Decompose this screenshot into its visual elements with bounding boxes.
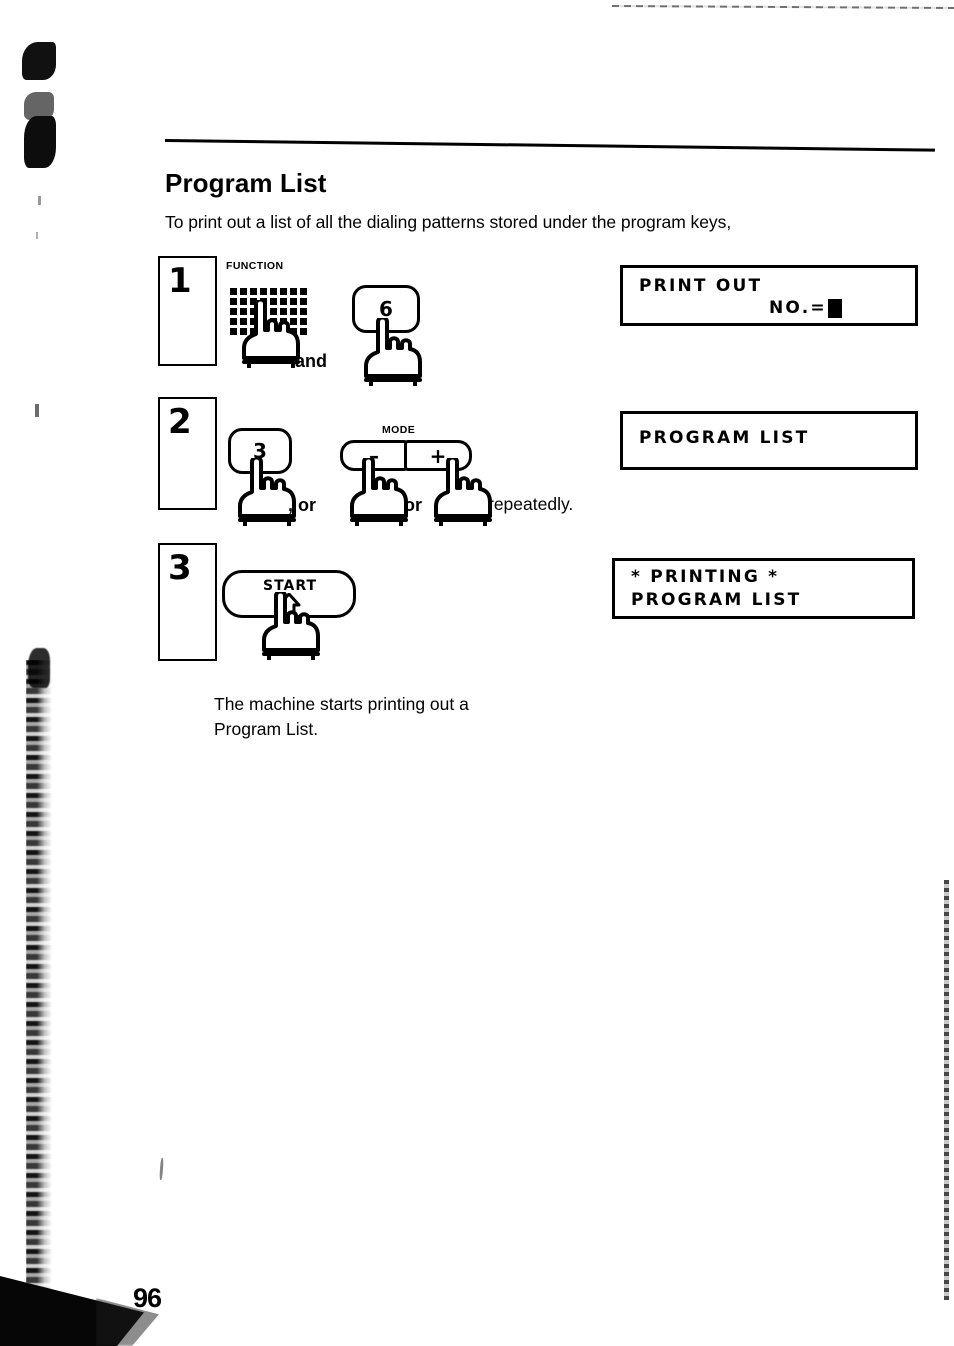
scan-artifact-speck	[35, 404, 39, 417]
lcd-line-2: NO.=	[769, 298, 842, 318]
mode-keys-label: MODE	[382, 424, 416, 436]
step-number-2: 2	[168, 402, 192, 442]
scan-artifact-shadow	[28, 648, 50, 688]
header-divider	[164, 139, 935, 152]
scan-artifact-blob	[22, 42, 56, 80]
lcd-display-step-3: * PRINTING * PROGRAM LIST	[612, 558, 915, 619]
conjunction-and: and	[295, 351, 328, 371]
scanned-page: Program List To print out a list of all …	[0, 0, 954, 1346]
scan-artifact-top-line	[611, 4, 954, 10]
pointing-hand-icon	[434, 458, 492, 526]
block-cursor-icon	[827, 298, 842, 318]
scan-artifact-speck	[38, 196, 41, 205]
scan-artifact-speck	[159, 1157, 164, 1181]
lcd-line-1: * PRINTING *	[631, 567, 780, 587]
function-key-label: FUNCTION	[226, 260, 284, 272]
step-number-box-1: 1	[158, 256, 217, 366]
lcd-line-1: PROGRAM LIST	[639, 428, 810, 448]
lcd-display-step-1: PRINT OUT NO.=	[620, 265, 918, 326]
scan-artifact-blob	[24, 116, 56, 168]
repeatedly-text: repeatedly.	[488, 494, 574, 514]
closing-line-1: The machine starts printing out a	[214, 694, 469, 714]
page-title: Program List	[165, 168, 327, 198]
lcd-line-2: PROGRAM LIST	[631, 590, 802, 610]
scan-artifact-blob	[24, 92, 54, 120]
lcd-line-1: PRINT OUT	[639, 276, 763, 296]
page-number: 96	[133, 1283, 162, 1313]
step-number-box-3: 3	[158, 543, 217, 661]
closing-line-2: Program List.	[214, 719, 319, 739]
pointing-hand-icon	[364, 318, 422, 386]
scan-artifact-bottom-wedge	[0, 1276, 144, 1346]
intro-text: To print out a list of all the dialing p…	[165, 212, 732, 232]
scan-artifact-left-shadow-band	[26, 660, 52, 1300]
step-number-1: 1	[168, 261, 192, 301]
conjunction-or-1: , or	[288, 495, 317, 515]
pointing-hand-icon	[262, 592, 320, 660]
pointing-hand-icon	[350, 458, 408, 526]
scan-artifact-right-edge-line	[944, 880, 949, 1300]
closing-text: The machine starts printing out a Progra…	[214, 692, 469, 742]
lcd-display-step-2: PROGRAM LIST	[620, 411, 918, 470]
step-number-3: 3	[168, 548, 192, 588]
step-number-box-2: 2	[158, 397, 217, 510]
lcd-line-2-text: NO.=	[769, 298, 827, 318]
scan-artifact-speck	[36, 232, 38, 239]
conjunction-or-2: or	[404, 495, 422, 515]
